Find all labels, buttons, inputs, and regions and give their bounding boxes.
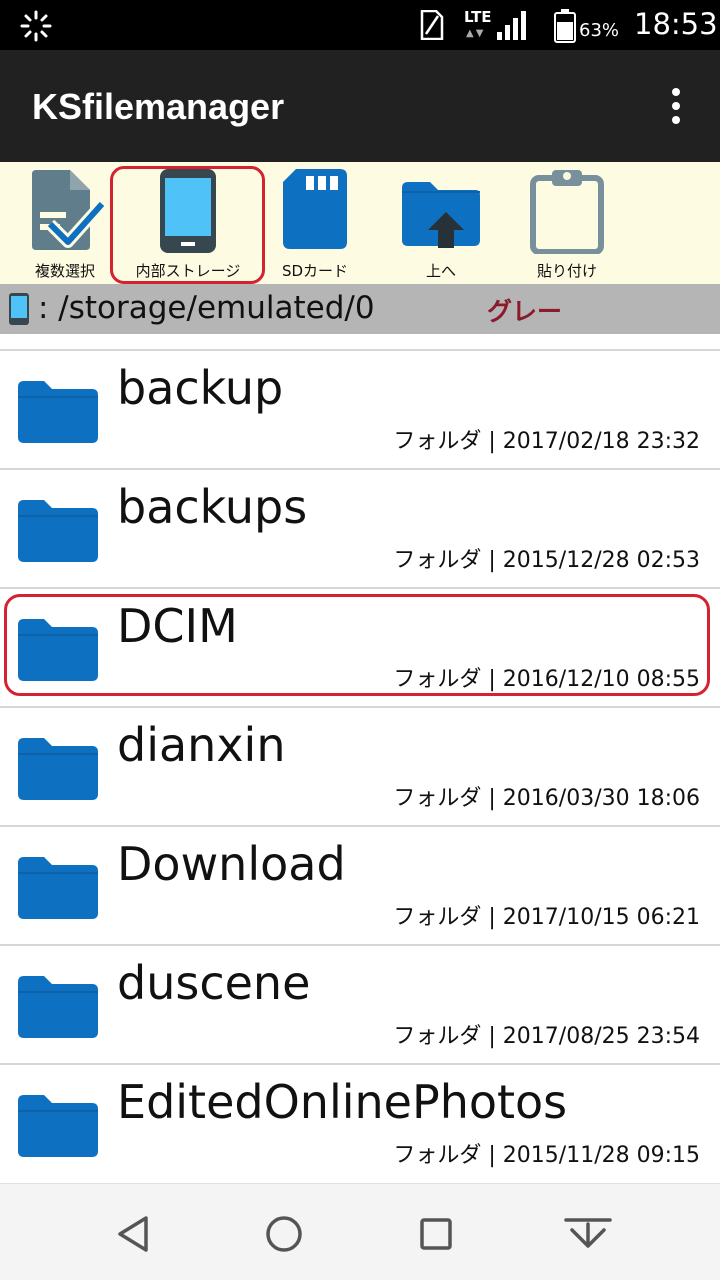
file-meta: フォルダ | 2015/12/28 02:53 bbox=[393, 548, 700, 573]
toolbar: 複数選択 内部ストレージ SDカード 上へ 貼り付け bbox=[0, 162, 720, 284]
multi-select-label: 複数選択 bbox=[34, 262, 95, 280]
paste-label: 貼り付け bbox=[536, 262, 597, 280]
loading-icon bbox=[20, 10, 52, 42]
path-bar: : /storage/emulated/0 グレー bbox=[0, 284, 720, 334]
folder-icon bbox=[18, 976, 98, 1038]
notification-pull-icon[interactable] bbox=[564, 1210, 612, 1258]
file-row-dianxin[interactable]: dianxin フォルダ | 2016/03/30 18:06 bbox=[0, 706, 720, 825]
multi-select-icon bbox=[32, 170, 104, 250]
folder-icon bbox=[18, 500, 98, 562]
file-row-backup[interactable]: backup フォルダ | 2017/02/18 23:32 bbox=[0, 349, 720, 468]
file-name: EditedOnlinePhotos bbox=[117, 1075, 568, 1129]
recents-icon[interactable] bbox=[412, 1210, 460, 1258]
file-name: Download bbox=[117, 837, 346, 891]
sd-card-icon bbox=[283, 169, 347, 249]
file-row-editedonlinephotos[interactable]: EditedOnlinePhotos フォルダ | 2015/11/28 09:… bbox=[0, 1063, 720, 1182]
app-bar: KSfilemanager bbox=[0, 50, 720, 162]
file-row-download[interactable]: Download フォルダ | 2017/10/15 06:21 bbox=[0, 825, 720, 944]
phone-icon bbox=[9, 293, 29, 325]
battery-icon bbox=[554, 9, 576, 43]
clock: 18:53 bbox=[634, 7, 718, 41]
file-meta: フォルダ | 2017/02/18 23:32 bbox=[393, 429, 700, 454]
file-name: duscene bbox=[117, 956, 311, 1010]
overflow-menu-icon[interactable] bbox=[656, 80, 696, 132]
file-meta: フォルダ | 2017/10/15 06:21 bbox=[393, 905, 700, 930]
network-type: LTE bbox=[464, 8, 492, 26]
file-row-backups[interactable]: backups フォルダ | 2015/12/28 02:53 bbox=[0, 468, 720, 587]
folder-icon bbox=[18, 381, 98, 443]
sd-card-label: SDカード bbox=[281, 262, 349, 280]
go-up-button[interactable]: 上へ bbox=[396, 162, 486, 284]
folder-icon bbox=[18, 738, 98, 800]
go-up-label: 上へ bbox=[425, 262, 456, 280]
dcim-highlight bbox=[4, 594, 710, 696]
file-meta: フォルダ | 2015/11/28 09:15 bbox=[393, 1143, 700, 1168]
annotation-gray: グレー bbox=[487, 297, 563, 326]
multi-select-button[interactable]: 複数選択 bbox=[20, 162, 110, 284]
app-title: KSfilemanager bbox=[32, 86, 285, 127]
internal-storage-highlight bbox=[110, 166, 265, 284]
signal-icon bbox=[497, 11, 526, 40]
file-meta: フォルダ | 2016/03/30 18:06 bbox=[393, 786, 700, 811]
battery-percent: 63% bbox=[579, 20, 620, 41]
home-icon[interactable] bbox=[260, 1210, 308, 1258]
current-path: : /storage/emulated/0 bbox=[38, 290, 375, 326]
sd-card-button[interactable]: SDカード bbox=[270, 162, 360, 284]
file-name: backups bbox=[117, 480, 308, 534]
file-name: dianxin bbox=[117, 718, 286, 772]
navigation-bar bbox=[0, 1183, 720, 1280]
back-icon[interactable] bbox=[110, 1210, 158, 1258]
file-meta: フォルダ | 2017/08/25 23:54 bbox=[393, 1024, 700, 1049]
clipboard-icon bbox=[530, 170, 604, 254]
folder-up-icon bbox=[402, 182, 480, 248]
folder-icon bbox=[18, 857, 98, 919]
sim-icon bbox=[420, 10, 444, 40]
file-row-duscene[interactable]: duscene フォルダ | 2017/08/25 23:54 bbox=[0, 944, 720, 1063]
status-bar: LTE ▲▼ 63% 18:53 bbox=[0, 0, 720, 50]
paste-button[interactable]: 貼り付け bbox=[522, 162, 612, 284]
file-name: backup bbox=[117, 361, 284, 415]
folder-icon bbox=[18, 1095, 98, 1157]
data-activity-icon: ▲▼ bbox=[466, 28, 486, 39]
